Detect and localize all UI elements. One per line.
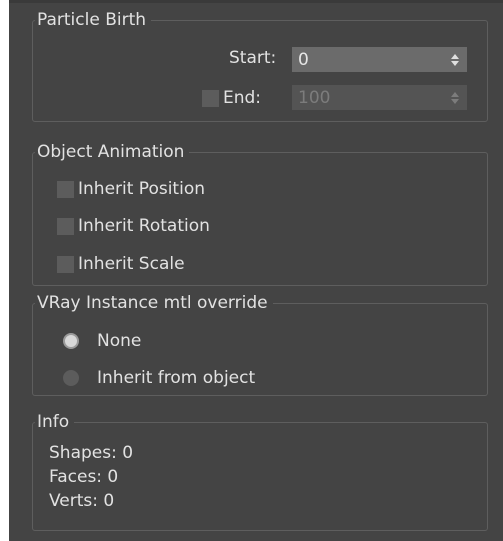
inherit-from-object-radio[interactable] <box>63 370 79 386</box>
spinner-arrows-icon[interactable] <box>451 91 459 104</box>
inherit-rotation-label: Inherit Rotation <box>78 216 210 236</box>
left-edge <box>0 0 9 541</box>
inherit-scale-row[interactable]: Inherit Scale <box>57 254 185 274</box>
inherit-from-object-label: Inherit from object <box>97 368 256 388</box>
inherit-rotation-checkbox[interactable] <box>57 217 74 235</box>
spinner-arrows-icon[interactable] <box>451 53 459 66</box>
inherit-scale-checkbox[interactable] <box>57 255 74 273</box>
start-value[interactable]: 0 <box>298 50 309 70</box>
inherit-position-label: Inherit Position <box>78 179 205 199</box>
object-animation-title: Object Animation <box>35 141 190 163</box>
none-label: None <box>97 331 142 351</box>
shapes-count: Shapes: 0 <box>49 443 134 463</box>
end-checkbox[interactable] <box>202 89 219 107</box>
none-option-row[interactable]: None <box>63 331 141 351</box>
end-value[interactable]: 100 <box>298 88 330 108</box>
inherit-position-checkbox[interactable] <box>57 180 74 198</box>
end-label: End: <box>223 88 262 108</box>
particle-birth-group: Particle Birth Start: 0 End: 100 <box>32 9 488 122</box>
end-spinner[interactable]: 100 <box>292 85 467 110</box>
mtl-override-title: VRay Instance mtl override <box>35 292 273 314</box>
inherit-position-row[interactable]: Inherit Position <box>57 179 205 199</box>
verts-count: Verts: 0 <box>49 491 115 511</box>
particle-birth-title: Particle Birth <box>35 9 152 31</box>
inherit-rotation-row[interactable]: Inherit Rotation <box>57 216 210 236</box>
start-spinner[interactable]: 0 <box>292 47 467 72</box>
none-radio[interactable] <box>63 333 79 349</box>
inherit-from-object-row[interactable]: Inherit from object <box>63 368 255 388</box>
mtl-override-group: VRay Instance mtl override None Inherit … <box>32 292 488 396</box>
info-title: Info <box>35 411 75 433</box>
inherit-scale-label: Inherit Scale <box>78 254 185 274</box>
object-animation-group: Object Animation Inherit Position Inheri… <box>32 141 488 286</box>
top-edge <box>9 0 503 3</box>
end-row: End: <box>202 88 261 108</box>
start-label: Start: <box>229 48 277 68</box>
faces-count: Faces: 0 <box>49 467 119 487</box>
